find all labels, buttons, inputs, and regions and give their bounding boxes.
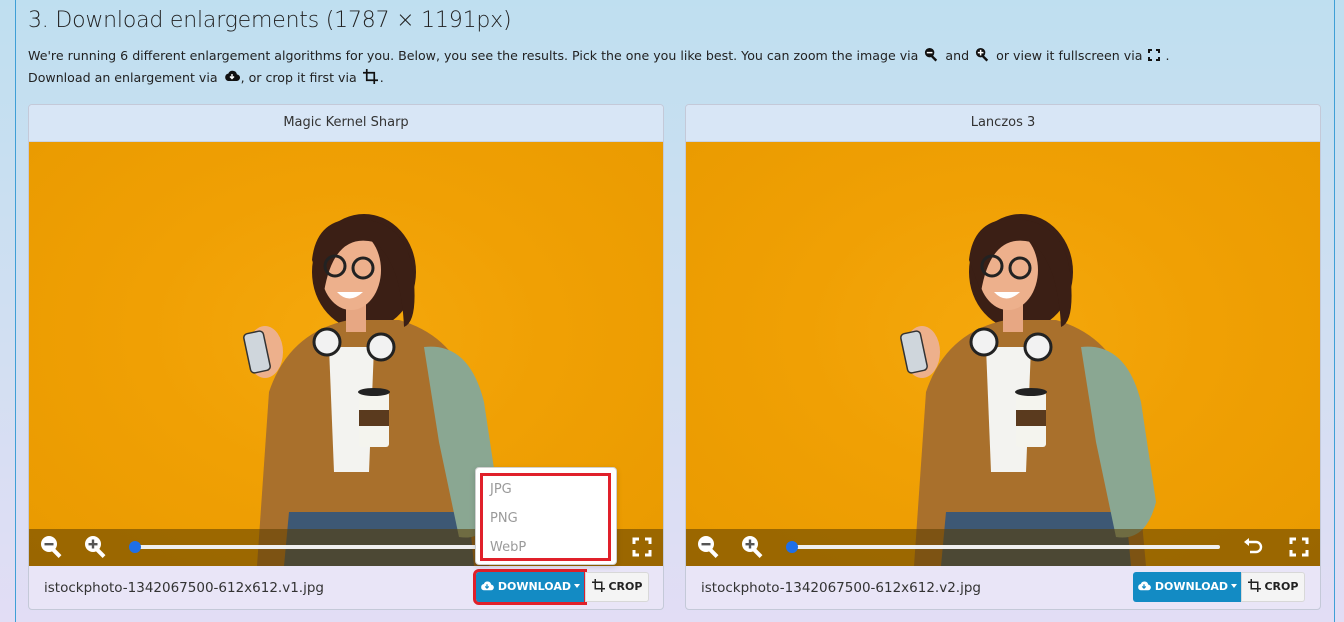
crop-icon [591, 579, 605, 592]
crop-label: CROP [1264, 580, 1299, 593]
card-footer: istockphoto-1342067500-612x612.v2.jpg DO… [686, 566, 1320, 609]
desc-text-3: Download an enlargement via [28, 70, 218, 85]
download-format-menu: JPG PNG WebP [475, 467, 617, 565]
desc-dot: . [1165, 48, 1170, 63]
download-button[interactable]: DOWNLOAD [1133, 572, 1241, 602]
card-title: Lanczos 3 [686, 105, 1320, 142]
section-title: 3. Download enlargements (1787 × 1191px) [28, 8, 512, 33]
undo-icon[interactable] [1240, 534, 1266, 560]
woman-photo [900, 214, 1156, 566]
zoom-in-icon[interactable] [740, 534, 766, 560]
zoom-out-icon[interactable] [696, 534, 722, 560]
menu-item-png[interactable]: PNG [490, 511, 518, 526]
desc-text-2: or view it fullscreen via [996, 48, 1143, 63]
crop-label: CROP [608, 580, 643, 593]
crop-button[interactable]: CROP [1241, 572, 1305, 602]
desc-text-and: and [945, 48, 970, 63]
zoom-in-icon[interactable] [83, 534, 109, 560]
desc-text-1: We're running 6 different enlargement al… [28, 48, 919, 63]
zoom-slider-handle[interactable] [129, 541, 141, 553]
zoom-slider[interactable] [790, 545, 1220, 549]
menu-item-jpg[interactable]: JPG [490, 482, 512, 497]
fullscreen-icon [1148, 47, 1163, 62]
crop-icon [1247, 579, 1261, 592]
zoom-out-icon[interactable] [39, 534, 65, 560]
crop-button[interactable]: CROP [585, 572, 649, 602]
cloud-download-icon [480, 580, 494, 592]
cloud-download-icon [1137, 580, 1151, 592]
card-footer: istockphoto-1342067500-612x612.v1.jpg DO… [29, 566, 663, 609]
download-label: DOWNLOAD [497, 580, 571, 593]
download-label: DOWNLOAD [1154, 580, 1228, 593]
zoom-in-icon [975, 47, 990, 62]
fullscreen-icon[interactable] [1286, 534, 1312, 560]
menu-item-webp[interactable]: WebP [490, 540, 526, 555]
zoom-out-icon [924, 47, 939, 62]
desc-text-4: , or crop it first via [240, 70, 357, 85]
enlarged-image[interactable] [686, 142, 1320, 566]
crop-icon [362, 69, 378, 84]
caret-down-icon [573, 584, 580, 588]
desc-end: . [379, 70, 384, 85]
caret-down-icon [1230, 584, 1237, 588]
filename: istockphoto-1342067500-612x612.v2.jpg [701, 580, 981, 596]
download-button[interactable]: DOWNLOAD [473, 569, 587, 605]
image-controls [686, 529, 1320, 566]
zoom-slider-handle[interactable] [786, 541, 798, 553]
filename: istockphoto-1342067500-612x612.v1.jpg [44, 580, 324, 596]
section-description: We're running 6 different enlargement al… [28, 45, 1318, 89]
fullscreen-icon[interactable] [629, 534, 655, 560]
cloud-download-icon [224, 69, 240, 84]
result-card-lanczos: Lanczos 3 istockphoto-1342067500-612x612… [685, 104, 1321, 610]
card-title: Magic Kernel Sharp [29, 105, 663, 142]
